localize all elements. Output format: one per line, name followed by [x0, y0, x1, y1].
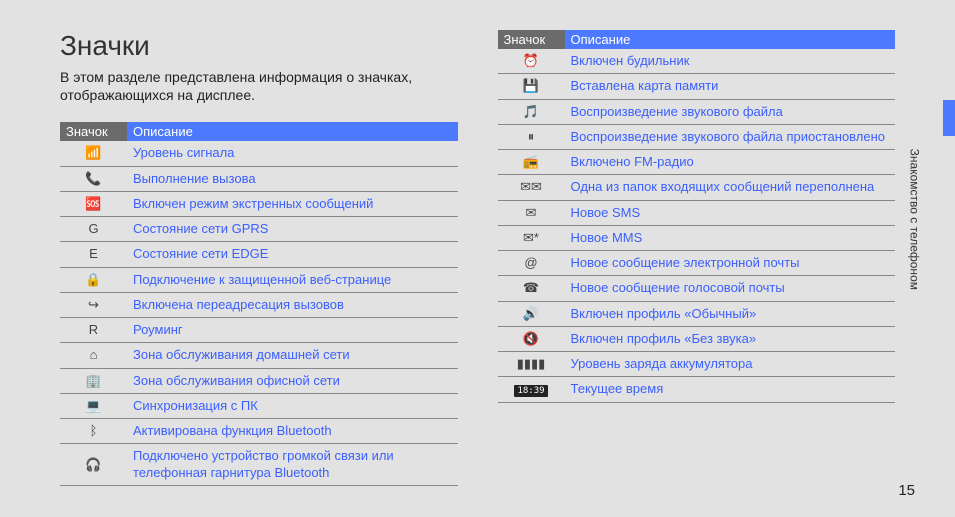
table-row: 🎧Подключено устройство громкой связи или… [60, 444, 458, 486]
table-row: ▮▮▮▮Уровень заряда аккумулятора [498, 352, 896, 377]
icon-description: Состояние сети EDGE [127, 242, 458, 267]
mms-icon: ✉* [498, 225, 565, 250]
table-row: 🎵Воспроизведение звукового файла [498, 99, 896, 124]
page-number: 15 [898, 482, 915, 499]
bt-headset-icon: 🎧 [60, 444, 127, 486]
alarm-icon: ⏰ [498, 49, 565, 74]
icon-description: Новое сообщение голосовой почты [565, 276, 896, 301]
table-row: ⏸Воспроизведение звукового файла приоста… [498, 124, 896, 149]
memory-card-icon: 💾 [498, 74, 565, 99]
side-section-label: Знакомство с телефоном [907, 149, 921, 290]
pc-sync-icon: 💻 [60, 393, 127, 418]
gprs-icon: G [60, 217, 127, 242]
icon-description: Новое сообщение электронной почты [565, 251, 896, 276]
audio-pause-icon: ⏸ [498, 124, 565, 149]
icons-table-right: Значок Описание ⏰Включен будильник💾Встав… [498, 30, 896, 403]
table-row: 📶Уровень сигнала [60, 141, 458, 166]
voicemail-icon: ☎ [498, 276, 565, 301]
col-header-icon: Значок [60, 122, 127, 141]
roaming-icon: R [60, 318, 127, 343]
icon-description: Подключение к защищенной веб-странице [127, 267, 458, 292]
audio-play-icon: 🎵 [498, 99, 565, 124]
office-zone-icon: 🏢 [60, 368, 127, 393]
call-icon: 📞 [60, 166, 127, 191]
table-row: ✉Новое SMS [498, 200, 896, 225]
profile-silent-icon: 🔇 [498, 326, 565, 351]
signal-icon: 📶 [60, 141, 127, 166]
table-row: 🔒Подключение к защищенной веб-странице [60, 267, 458, 292]
table-row: 📻Включено FM-радио [498, 150, 896, 175]
table-row: ✉*Новое MMS [498, 225, 896, 250]
icon-description: Включен профиль «Обычный» [565, 301, 896, 326]
secure-web-icon: 🔒 [60, 267, 127, 292]
table-row: EСостояние сети EDGE [60, 242, 458, 267]
icon-description: Роуминг [127, 318, 458, 343]
table-row: ⏰Включен будильник [498, 49, 896, 74]
table-row: 📞Выполнение вызова [60, 166, 458, 191]
icon-description: Уровень заряда аккумулятора [565, 352, 896, 377]
sos-icon: 🆘 [60, 191, 127, 216]
icon-description: Воспроизведение звукового файла [565, 99, 896, 124]
col-header-desc: Описание [565, 30, 896, 49]
icons-table-left: Значок Описание 📶Уровень сигнала📞Выполне… [60, 122, 458, 486]
table-row: 🏢Зона обслуживания офисной сети [60, 368, 458, 393]
table-row: 🔊Включен профиль «Обычный» [498, 301, 896, 326]
table-row: 💻Синхронизация с ПК [60, 393, 458, 418]
icon-description: Уровень сигнала [127, 141, 458, 166]
icon-description: Текущее время [565, 377, 896, 402]
icon-description: Синхронизация с ПК [127, 393, 458, 418]
icon-description: Зона обслуживания офисной сети [127, 368, 458, 393]
table-row: ✉✉Одна из папок входящих сообщений переп… [498, 175, 896, 200]
icon-description: Выполнение вызова [127, 166, 458, 191]
icon-description: Включен будильник [565, 49, 896, 74]
icon-description: Включена переадресация вызовов [127, 292, 458, 317]
inbox-full-icon: ✉✉ [498, 175, 565, 200]
call-forward-icon: ↪ [60, 292, 127, 317]
icon-description: Одна из папок входящих сообщений перепол… [565, 175, 896, 200]
icon-description: Включено FM-радио [565, 150, 896, 175]
icon-description: Вставлена карта памяти [565, 74, 896, 99]
icon-description: Включен режим экстренных сообщений [127, 191, 458, 216]
fm-radio-icon: 📻 [498, 150, 565, 175]
table-row: 18:39Текущее время [498, 377, 896, 402]
profile-normal-icon: 🔊 [498, 301, 565, 326]
sms-icon: ✉ [498, 200, 565, 225]
page-title: Значки [60, 30, 458, 62]
table-row: 🔇Включен профиль «Без звука» [498, 326, 896, 351]
icon-description: Зона обслуживания домашней сети [127, 343, 458, 368]
table-row: 🆘Включен режим экстренных сообщений [60, 191, 458, 216]
icon-description: Состояние сети GPRS [127, 217, 458, 242]
side-tab-marker [943, 100, 955, 136]
table-row: ↪Включена переадресация вызовов [60, 292, 458, 317]
icon-description: Активирована функция Bluetooth [127, 419, 458, 444]
bluetooth-icon: ᛒ [60, 419, 127, 444]
table-row: ᛒАктивирована функция Bluetooth [60, 419, 458, 444]
table-row: 💾Вставлена карта памяти [498, 74, 896, 99]
icon-description: Новое SMS [565, 200, 896, 225]
icon-description: Воспроизведение звукового файла приостан… [565, 124, 896, 149]
edge-icon: E [60, 242, 127, 267]
icon-description: Подключено устройство громкой связи или … [127, 444, 458, 486]
table-row: ☎Новое сообщение голосовой почты [498, 276, 896, 301]
icon-description: Включен профиль «Без звука» [565, 326, 896, 351]
table-row: ⌂Зона обслуживания домашней сети [60, 343, 458, 368]
table-row: GСостояние сети GPRS [60, 217, 458, 242]
clock-time-icon: 18:39 [498, 377, 565, 402]
col-header-desc: Описание [127, 122, 458, 141]
table-row: @Новое сообщение электронной почты [498, 251, 896, 276]
email-icon: @ [498, 251, 565, 276]
icon-description: Новое MMS [565, 225, 896, 250]
intro-text: В этом разделе представлена информация о… [60, 68, 458, 104]
home-zone-icon: ⌂ [60, 343, 127, 368]
battery-icon: ▮▮▮▮ [498, 352, 565, 377]
col-header-icon: Значок [498, 30, 565, 49]
table-row: RРоуминг [60, 318, 458, 343]
